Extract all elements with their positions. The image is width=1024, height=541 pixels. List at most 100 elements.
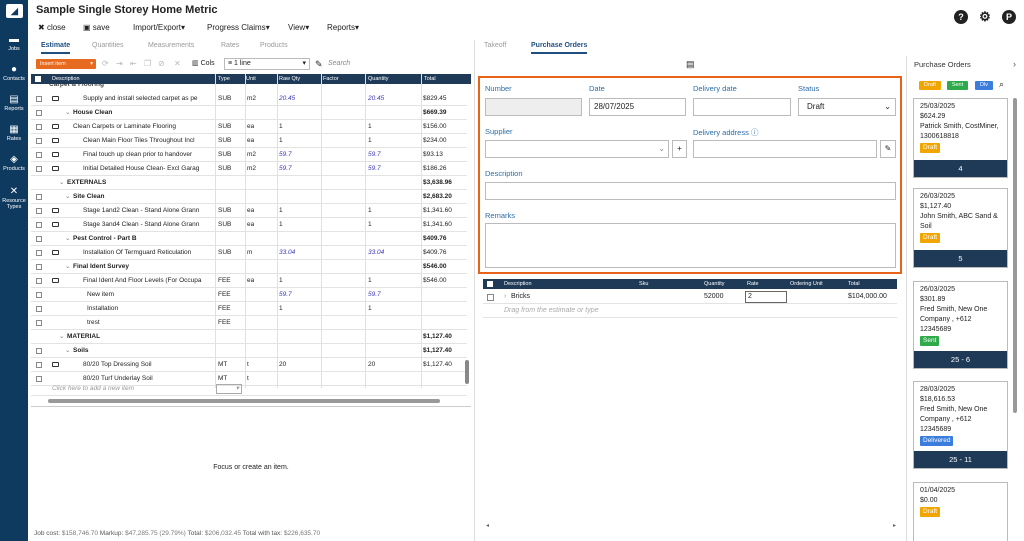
cell-quantity[interactable]: 20 <box>368 358 375 372</box>
cell-raw-qty[interactable]: 20.45 <box>279 92 295 106</box>
cell-raw-qty[interactable]: 1 <box>279 204 283 218</box>
row-checkbox[interactable] <box>36 250 42 256</box>
line-quantity[interactable]: 52000 <box>704 290 723 304</box>
splitter[interactable] <box>31 406 471 407</box>
cell-description[interactable]: 80/20 Top Dressing Soil <box>83 358 217 372</box>
row-checkbox[interactable] <box>36 138 42 144</box>
close-button[interactable]: ✖ close <box>38 23 66 32</box>
table-row[interactable]: ⌄ Final Ident Survey $546.00 <box>31 260 467 274</box>
table-row[interactable]: Clean Carpets or Laminate Flooring SUB ea 1… <box>31 120 467 134</box>
cell-type[interactable]: SUB <box>218 92 231 106</box>
cell-quantity[interactable]: 1 <box>368 302 372 316</box>
row-checkbox[interactable] <box>36 348 42 354</box>
insert-item-button[interactable]: Insert item ▾ <box>36 59 96 69</box>
table-row[interactable]: Clean Main Floor Tiles Throughout Incl SU… <box>31 134 467 148</box>
table-row[interactable]: Initial Detailed House Clean- Excl Garag… <box>31 162 467 176</box>
chevron-down-icon[interactable]: ⌄ <box>59 176 64 190</box>
cell-unit[interactable]: ea <box>247 204 254 218</box>
row-checkbox[interactable] <box>36 124 42 130</box>
date-field[interactable]: 28/07/2025 <box>589 98 686 116</box>
search-input[interactable]: Search <box>328 58 470 70</box>
delivery-date-field[interactable] <box>693 98 791 116</box>
tab-measurements[interactable]: Measurements <box>148 42 194 49</box>
row-checkbox[interactable] <box>36 306 42 312</box>
cell-raw-qty[interactable]: 59.7 <box>279 162 292 176</box>
cell-quantity[interactable]: 1 <box>368 134 372 148</box>
chevron-down-icon[interactable]: ⌄ <box>65 190 70 204</box>
remarks-field[interactable] <box>485 223 896 268</box>
add-item-row[interactable]: Click here to add a new item ▾ <box>31 382 467 396</box>
indent-icon[interactable]: ⇥ <box>116 59 123 68</box>
cell-unit[interactable]: m <box>247 246 252 260</box>
tab-takeoff[interactable]: Takeoff <box>484 42 506 49</box>
tab-estimate[interactable]: Estimate <box>41 42 71 54</box>
cell-quantity[interactable]: 1 <box>368 218 372 232</box>
cell-type[interactable]: MT <box>218 358 227 372</box>
table-row[interactable]: Stage 3and4 Clean - Stand Alone Grann SUB… <box>31 218 467 232</box>
nav-products[interactable]: ◈ Products <box>0 154 28 172</box>
table-row[interactable]: Installation FEE 1 1 <box>31 302 467 316</box>
right-scrollbar[interactable] <box>1013 98 1017 413</box>
cell-unit[interactable]: m2 <box>247 162 256 176</box>
edit-address-button[interactable]: ✎ <box>880 140 896 158</box>
cell-description[interactable]: Final touch up clean prior to handover <box>83 148 217 162</box>
col-quantity[interactable]: Quantity <box>368 74 388 84</box>
cell-raw-qty[interactable]: 1 <box>279 302 283 316</box>
filter-delivered[interactable]: Dlv <box>975 81 993 90</box>
table-row[interactable]: ⌄ Soils $1,127.40 <box>31 344 467 358</box>
chevron-down-icon[interactable]: ⌄ <box>65 106 70 120</box>
cell-description[interactable]: Installation <box>87 302 217 316</box>
cell-quantity[interactable]: 1 <box>368 204 372 218</box>
row-checkbox[interactable] <box>36 278 42 284</box>
cell-quantity[interactable]: 59.7 <box>368 148 381 162</box>
po-line-row[interactable]: › Bricks 52000 2 $104,000.00 <box>483 290 897 304</box>
cell-type[interactable]: SUB <box>218 148 231 162</box>
nav-rates[interactable]: ▦ Rates <box>0 124 28 142</box>
tab-purchase-orders[interactable]: Purchase Orders <box>531 42 588 54</box>
outdent-icon[interactable]: ⇤ <box>130 59 137 68</box>
table-row[interactable]: ⌄ Pest Control - Part B $409.76 <box>31 232 467 246</box>
row-checkbox[interactable] <box>487 294 494 301</box>
table-row[interactable]: ⌄ EXTERNALS $3,638.96 <box>31 176 467 190</box>
cell-raw-qty[interactable]: 20 <box>279 358 286 372</box>
table-row[interactable]: ⌄ MATERIAL $1,127.40 <box>31 330 467 344</box>
reports-menu[interactable]: Reports▾ <box>327 23 359 32</box>
help-icon[interactable]: ? <box>954 10 968 24</box>
chevron-right-icon[interactable]: › <box>1013 59 1016 69</box>
refresh-icon[interactable]: ⟳ <box>102 59 109 68</box>
middle-scroll[interactable]: ◂ ▸ <box>486 523 896 529</box>
table-row[interactable]: Stage 1and2 Clean - Stand Alone Grann SUB… <box>31 204 467 218</box>
description-field[interactable] <box>485 182 896 200</box>
row-checkbox[interactable] <box>36 194 42 200</box>
chevron-down-icon[interactable]: ⌄ <box>65 260 70 274</box>
table-row[interactable]: ⌄ House Clean $669.39 <box>31 106 467 120</box>
cell-raw-qty[interactable]: 1 <box>279 134 283 148</box>
cell-quantity[interactable]: 1 <box>368 120 372 134</box>
number-field[interactable] <box>485 98 582 116</box>
nav-jobs[interactable]: ▬ Jobs <box>0 34 28 52</box>
cell-type[interactable]: FEE <box>218 274 231 288</box>
chevron-down-icon[interactable]: ⌄ <box>59 330 64 344</box>
cell-quantity[interactable]: 20.45 <box>368 92 384 106</box>
col-total[interactable]: Total <box>424 74 436 84</box>
cell-description[interactable]: Clean Main Floor Tiles Throughout Incl <box>83 134 217 148</box>
cell-description[interactable]: Final Ident And Floor Levels (For Occupa <box>83 274 217 288</box>
type-dropdown[interactable]: ▾ <box>216 384 242 394</box>
purchase-order-card[interactable]: 26/03/2025 $301.89 Fred Smith, New One Comp… <box>913 281 1008 369</box>
cell-raw-qty[interactable]: 33.04 <box>279 246 295 260</box>
link-icon[interactable]: ⊘ <box>158 59 165 68</box>
panel-divider[interactable] <box>474 40 475 541</box>
cell-unit[interactable]: t <box>247 358 249 372</box>
cell-type[interactable]: SUB <box>218 204 231 218</box>
row-checkbox[interactable] <box>36 110 42 116</box>
purchase-order-card[interactable]: 25/03/2025 $624.29 Patrick Smith, CostMine… <box>913 98 1008 178</box>
cell-unit[interactable]: m2 <box>247 148 256 162</box>
cell-type[interactable]: FEE <box>218 316 231 330</box>
filter-draft[interactable]: Draft <box>919 81 941 90</box>
cell-quantity[interactable]: 59.7 <box>368 288 381 302</box>
col-unit[interactable]: Unit <box>246 74 256 84</box>
vertical-scrollbar[interactable] <box>465 360 469 384</box>
cell-quantity[interactable]: 59.7 <box>368 162 381 176</box>
cell-description[interactable]: MATERIAL <box>67 330 217 344</box>
row-checkbox[interactable] <box>36 96 42 102</box>
